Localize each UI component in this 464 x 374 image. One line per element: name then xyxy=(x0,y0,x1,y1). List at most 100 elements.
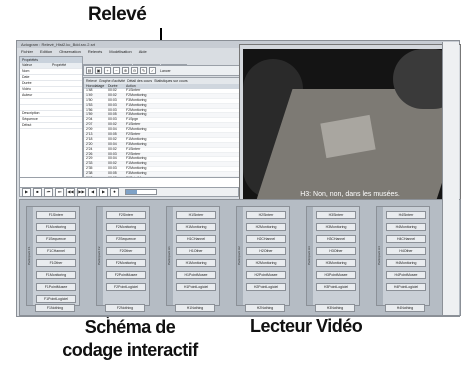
scheme-code-button[interactable]: F2Other xyxy=(106,247,146,255)
player-button-8[interactable]: ⏺ xyxy=(110,187,119,197)
scheme-group: Participant H1 H1Sinterr H1Monitoring H1CHa… xyxy=(166,206,220,306)
coding-scheme-panel: Participant F1 F1Sinterr F1Monitoring F1Seq… xyxy=(19,199,461,316)
zoom-in-icon[interactable]: ⊕ xyxy=(122,67,129,74)
scheme-code-button[interactable]: F1Monitoring xyxy=(36,271,76,279)
scheme-code-button[interactable]: H4PointMusee xyxy=(386,271,426,279)
cell-time: 1'53 xyxy=(86,102,93,107)
scheme-code-button[interactable]: H3CHannel xyxy=(316,235,356,243)
scheme-nothing-button[interactable]: H3Nothing xyxy=(315,304,355,312)
scheme-code-button[interactable]: F2Monitoring xyxy=(106,259,146,267)
scheme-code-button[interactable]: F2Sinterr xyxy=(106,211,146,219)
scheme-code-button[interactable]: H3Monitoring xyxy=(316,259,356,267)
zoom-out-icon[interactable]: ⊖ xyxy=(131,67,138,74)
scheme-code-button[interactable]: H1Monitoring xyxy=(176,259,216,267)
player-button-5[interactable]: ▶▶ xyxy=(77,187,86,197)
menu-item-5[interactable]: Aide xyxy=(139,49,147,54)
scheme-code-button[interactable]: H2PointLogiciel xyxy=(246,283,286,291)
scheme-code-button[interactable]: F1Sequence xyxy=(36,235,76,243)
remove-icon[interactable]: − xyxy=(113,67,120,74)
scheme-nothing-button[interactable]: F1Nothing xyxy=(35,304,75,312)
scheme-code-button[interactable]: F2Sequence xyxy=(106,235,146,243)
menu-item-2[interactable]: Observation xyxy=(59,49,81,54)
scheme-code-button[interactable]: H4Sinterr xyxy=(386,211,426,219)
scheme-code-button[interactable]: H4Monitoring xyxy=(386,223,426,231)
scheme-code-button[interactable]: H1Sinterr xyxy=(176,211,216,219)
scheme-code-button[interactable]: H2Monitoring xyxy=(246,259,286,267)
table-body: 1'48 00:02 F1Sinterr 1'49 00:02 F2Monitoring 1… xyxy=(84,88,244,178)
scheme-code-button[interactable]: H1Other xyxy=(176,247,216,255)
scheme-code-button[interactable]: H4CHannel xyxy=(386,235,426,243)
launch-button[interactable]: Lancer xyxy=(160,69,171,73)
callout-coding-scheme-line1: Schéma de xyxy=(84,317,176,337)
scheme-code-button[interactable]: H2CHannel xyxy=(246,235,286,243)
scheme-code-button[interactable]: H2Sinterr xyxy=(246,211,286,219)
callout-releve: Relevé xyxy=(88,4,147,25)
scheme-code-button[interactable]: F2PointLogiciel xyxy=(106,283,146,291)
scheme-code-button[interactable]: H3Monitoring xyxy=(316,223,356,231)
scheme-code-button[interactable]: F1CHannel xyxy=(36,247,76,255)
scheme-code-button[interactable]: H3Sinterr xyxy=(316,211,356,219)
scheme-code-button[interactable]: H1PointMusee xyxy=(176,271,216,279)
scheme-code-button[interactable]: H3PointLogiciel xyxy=(316,283,356,291)
menu-item-0[interactable]: Fichier xyxy=(21,49,33,54)
scheme-code-button[interactable]: H4Other xyxy=(386,247,426,255)
scheme-code-button[interactable]: F2PointMusee xyxy=(106,271,146,279)
progress-fill xyxy=(126,190,137,194)
scheme-code-button[interactable]: H1CHannel xyxy=(176,235,216,243)
scheme-code-button[interactable]: H2PointMusee xyxy=(246,271,286,279)
video-frame[interactable]: H3: Non, non, dans les musées. xyxy=(243,49,457,219)
releve-table: Relevé Graphe d'activité Détail des cours S… xyxy=(83,77,245,179)
scheme-group: Participant H2 H2Sinterr H2Monitoring H2CHa… xyxy=(236,206,290,306)
scheme-code-button[interactable]: F1Monitoring xyxy=(36,223,76,231)
scheme-nothing-button[interactable]: H2Nothing xyxy=(245,304,285,312)
cell-duration: 00:02 xyxy=(108,146,117,151)
player-button-4[interactable]: ◀◀ xyxy=(66,187,75,197)
menu-item-1[interactable]: Edition xyxy=(40,49,52,54)
scheme-code-button[interactable]: F1PointLogiciel xyxy=(36,295,76,303)
edit-icon[interactable]: ✎ xyxy=(140,67,147,74)
scheme-code-button[interactable]: F1Sinterr xyxy=(36,211,76,219)
scheme-group-label: Participant F2 xyxy=(97,207,103,305)
callout-coding-scheme-line2: codage interactif xyxy=(62,340,198,360)
property-row[interactable]: Début xyxy=(20,123,82,129)
scheme-code-button[interactable]: H1Monitoring xyxy=(176,223,216,231)
player-button-6[interactable]: ◀ xyxy=(88,187,97,197)
check-icon[interactable]: ✓ xyxy=(149,67,156,74)
cell-duration: 00:03 xyxy=(108,102,117,107)
scheme-code-button[interactable]: H2Monitoring xyxy=(246,223,286,231)
scheme-nothing-button[interactable]: H1Nothing xyxy=(175,304,215,312)
player-button-7[interactable]: ▶ xyxy=(99,187,108,197)
scheme-group-label: Participant H4 xyxy=(377,207,383,305)
cell-action: F1Monitoring xyxy=(126,102,147,107)
player-button-3[interactable]: ⏭ xyxy=(55,187,64,197)
menu-item-4[interactable]: Modélisation xyxy=(109,49,131,54)
progress-bar[interactable] xyxy=(125,189,157,195)
player-button-0[interactable]: ▶ xyxy=(22,187,31,197)
scheme-group-label: Participant F1 xyxy=(27,207,33,305)
scheme-code-button[interactable]: H3PointMusee xyxy=(316,271,356,279)
scheme-code-button[interactable]: H4PointLogiciel xyxy=(386,283,426,291)
properties-col-property: Propriété xyxy=(52,63,67,67)
scheme-code-button[interactable]: F1PointMusee xyxy=(36,283,76,291)
scheme-nothing-button[interactable]: H4Nothing xyxy=(385,304,425,312)
scheme-group: Participant F2 F2Sinterr F2Monitoring F2Seq… xyxy=(96,206,150,306)
properties-col-value: Valeur xyxy=(22,63,32,67)
open-icon[interactable]: ▤ xyxy=(86,67,93,74)
player-button-2[interactable]: ⏮ xyxy=(44,187,53,197)
scheme-code-button[interactable]: H3Other xyxy=(316,247,356,255)
cell-action: F3Monitoring xyxy=(126,141,147,146)
menu-bar: Fichier Edition Observation Relevés Modélisa… xyxy=(17,48,247,55)
player-button-1[interactable]: ■ xyxy=(33,187,42,197)
scheme-code-button[interactable]: F1Other xyxy=(36,259,76,267)
save-icon[interactable]: ▣ xyxy=(95,67,102,74)
scheme-group-label: Participant H2 xyxy=(237,207,243,305)
scheme-group: Participant H4 H4Sinterr H4Monitoring H4CHa… xyxy=(376,206,430,306)
toolbar: ▤ ▣ + − ⊕ ⊖ ✎ ✓ Lancer xyxy=(83,65,243,76)
scheme-code-button[interactable]: F2Monitoring xyxy=(106,223,146,231)
scheme-nothing-button[interactable]: F2Nothing xyxy=(105,304,145,312)
scheme-code-button[interactable]: H4Monitoring xyxy=(386,259,426,267)
scheme-code-button[interactable]: H1PointLogiciel xyxy=(176,283,216,291)
menu-item-3[interactable]: Relevés xyxy=(88,49,102,54)
add-icon[interactable]: + xyxy=(104,67,111,74)
scheme-code-button[interactable]: H2Other xyxy=(246,247,286,255)
